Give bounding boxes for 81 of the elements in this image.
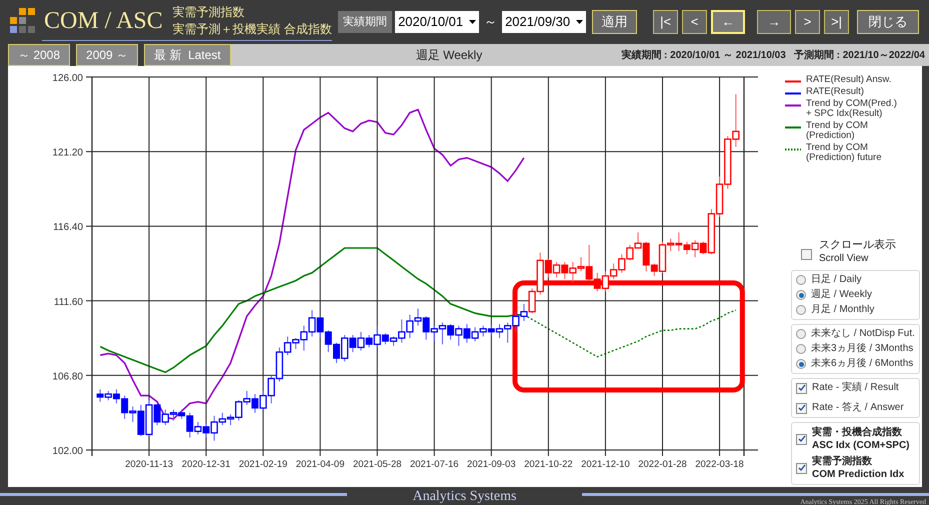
x-tick-label: 2021-05-28	[352, 459, 402, 470]
radio-button[interactable]	[796, 275, 806, 285]
x-tick-label: 2020-11-13	[125, 459, 173, 470]
nav-button[interactable]: >|	[824, 10, 850, 34]
legend-label: Trend by COM (Prediction)	[806, 121, 869, 141]
range-tab[interactable]: 最 新 Latest	[144, 44, 231, 66]
caret-icon	[576, 20, 584, 24]
x-tick-label: 2021-04-09	[296, 459, 344, 470]
radio-button[interactable]	[796, 305, 806, 315]
option-label: ASC Idx (COM+SPC)	[812, 439, 910, 452]
nav-button[interactable]: |<	[653, 10, 678, 34]
checkbox[interactable]	[796, 462, 807, 474]
range-tab[interactable]: ～ 2008	[8, 44, 70, 66]
y-tick-label: 102.00	[52, 446, 83, 457]
option-label: 未来3ヵ月後 / 3Months	[811, 343, 914, 355]
option-label: Scroll View	[819, 252, 870, 265]
option-label: COM Prediction Idx	[812, 468, 904, 481]
x-tick-label: 2021-09-03	[467, 459, 516, 470]
date-select[interactable]: 2020/10/01	[395, 11, 480, 33]
nav-button[interactable]: ←	[711, 10, 746, 34]
option-label: 週足 / Weekly	[811, 289, 872, 301]
x-tick-label: 2022-01-28	[638, 459, 687, 470]
y-tick-label: 106.80	[52, 371, 83, 382]
radio-button[interactable]	[796, 290, 806, 300]
option-label: 実需予測指数	[812, 455, 873, 468]
actual-period: 実績期間 : 2020/10/01 ～ 2021/10/03	[621, 48, 786, 62]
option-label: 日足 / Daily	[811, 274, 862, 286]
apply-button[interactable]: 適用	[592, 10, 638, 34]
close-button[interactable]: 閉じる	[857, 10, 919, 34]
logo-icon	[10, 8, 36, 34]
option-label: スクロール表示	[819, 239, 896, 252]
legend-label: RATE(Result)	[806, 87, 865, 97]
option-label: 未来なし / NotDisp Fut.	[811, 328, 915, 340]
line-swatch	[785, 80, 801, 83]
checkbox[interactable]	[796, 382, 807, 394]
option-label: Rate - 答え / Answer	[812, 402, 904, 414]
chart-title: 週足 Weekly	[416, 47, 482, 64]
checkbox[interactable]	[796, 402, 807, 414]
checkbox[interactable]	[801, 249, 812, 260]
option-label: 月足 / Monthly	[811, 304, 874, 316]
radio-button[interactable]	[796, 359, 806, 369]
option-label: 未来6ヵ月後 / 6Months	[811, 358, 914, 370]
footer-brand: Analytics Systems	[412, 491, 518, 503]
check-icon	[798, 435, 806, 443]
x-tick-label: 2021-02-19	[238, 459, 288, 470]
app-title: COM / ASC	[43, 7, 164, 36]
app-subtitle: 実需予測＋投機実績 合成指数	[172, 21, 332, 38]
x-tick-label: 2021-07-16	[410, 459, 459, 470]
check-icon	[798, 464, 806, 472]
x-tick-label: 2021-10-22	[524, 459, 573, 470]
dotted-line-swatch	[785, 148, 801, 151]
legend-label: Trend by COM (Prediction) future	[806, 143, 883, 163]
y-tick-label: 116.40	[53, 222, 83, 234]
line-swatch	[785, 92, 801, 95]
check-icon	[798, 404, 806, 412]
app-subtitle: 実需予測指数	[172, 4, 246, 21]
option-label: 実需・投機合成指数	[812, 426, 903, 439]
caret-icon	[469, 20, 476, 24]
legend-label: RATE(Result) Answ.	[806, 75, 892, 85]
line-swatch	[785, 126, 801, 129]
option-label: Rate - 実績 / Result	[812, 382, 899, 394]
checkbox[interactable]	[796, 434, 807, 444]
y-tick-label: 121.20	[52, 148, 83, 159]
x-tick-label: 2020-12-31	[182, 459, 230, 470]
check-icon	[798, 384, 806, 392]
nav-button[interactable]: >	[795, 10, 820, 34]
line-swatch	[785, 104, 801, 107]
y-tick-label: 126.00	[52, 73, 83, 84]
date-select[interactable]: 2021/09/30	[502, 11, 586, 33]
radio-button[interactable]	[796, 344, 806, 354]
period-label: 実績期間	[338, 11, 392, 33]
nav-button[interactable]: <	[682, 10, 708, 34]
radio-button[interactable]	[796, 329, 806, 339]
legend-label: Trend by COM(Pred.) + SPC Idx(Result)	[806, 99, 898, 119]
x-tick-label: 2021-12-10	[581, 459, 630, 470]
y-tick-label: 111.60	[54, 296, 83, 308]
range-tab[interactable]: 2009 ～	[76, 44, 138, 66]
forecast-period: 予測期間 : 2021/10～2022/04	[794, 48, 925, 62]
x-tick-label: 2022-03-18	[695, 459, 744, 470]
nav-button[interactable]: →	[757, 10, 792, 34]
range-separator: ～	[484, 13, 498, 32]
